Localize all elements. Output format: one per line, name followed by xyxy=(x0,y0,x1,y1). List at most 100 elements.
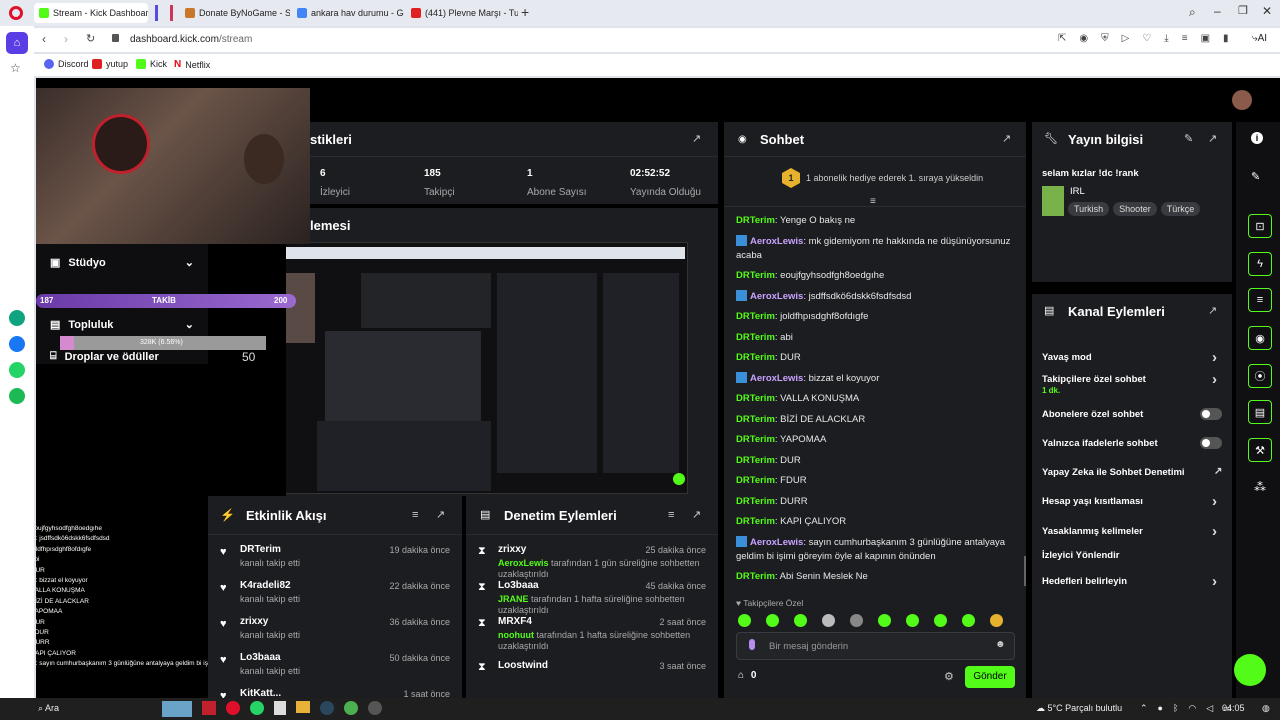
stream-preview[interactable] xyxy=(286,242,688,494)
play-icon[interactable]: ▷ xyxy=(1122,33,1130,44)
app-whatsapp-icon[interactable] xyxy=(250,701,264,715)
popout-icon[interactable]: ↗ xyxy=(692,132,701,145)
moderator-name[interactable]: AeroxLewis xyxy=(498,558,549,568)
weather-widget[interactable]: ☁ 5°C Parçalı bulutlu xyxy=(1036,703,1122,714)
wallet-icon[interactable]: ▣ xyxy=(1201,33,1210,44)
rail-wrench-icon[interactable]: ⚒ xyxy=(1248,438,1272,462)
bluetooth-icon[interactable]: ᛒ xyxy=(1173,703,1178,714)
camera-icon[interactable]: ◉ xyxy=(1079,33,1088,44)
popout-icon[interactable]: ↗ xyxy=(692,508,701,521)
nav-drops[interactable]: ⌸ Droplar ve ödüller xyxy=(50,350,159,363)
chat-username[interactable]: DRTerim xyxy=(736,475,775,486)
bookmark-netflix[interactable]: N Netflix xyxy=(174,59,210,70)
moderator-name[interactable]: JRANE xyxy=(498,594,529,604)
rail-tools-icon[interactable]: ▤ xyxy=(1248,400,1272,424)
shield-icon[interactable]: ⛨ xyxy=(1101,33,1109,44)
tag-chip[interactable]: Shooter xyxy=(1113,202,1157,216)
nav-studio[interactable]: ▣ Stüdyo ⌄ xyxy=(50,256,194,270)
emote-icon[interactable] xyxy=(934,614,947,627)
opera-logo-icon[interactable] xyxy=(9,6,23,20)
chat-username[interactable]: DRTerim xyxy=(736,516,775,527)
chat-input[interactable]: Bir mesaj gönderin ☻ xyxy=(736,632,1015,660)
chat-username[interactable]: AeroxLewis xyxy=(750,537,803,548)
toggle-switch[interactable] xyxy=(1200,437,1222,449)
emote-icon[interactable] xyxy=(822,614,835,627)
close-window-icon[interactable]: ✕ xyxy=(1262,4,1272,18)
app-mail-icon[interactable] xyxy=(202,701,216,715)
spotify-icon[interactable] xyxy=(9,388,25,404)
nav-community[interactable]: ▤ Topluluk ⌄ xyxy=(50,318,194,332)
reload-icon[interactable]: ↻ xyxy=(86,32,95,45)
chat-username[interactable]: DRTerim xyxy=(736,311,775,322)
tag-chip[interactable]: Türkçe xyxy=(1160,202,1201,216)
ai-button[interactable]: ⤷AI xyxy=(1252,33,1267,44)
channel-action-item[interactable]: Yavaş mod › xyxy=(1042,349,1222,366)
minimize-icon[interactable]: – xyxy=(1214,4,1221,18)
moderated-user[interactable]: MRXF4 xyxy=(498,616,532,627)
emote-icon[interactable] xyxy=(878,614,891,627)
back-icon[interactable]: ‹ xyxy=(42,32,46,46)
star-icon[interactable]: ☆ xyxy=(10,61,21,75)
rail-apps-icon[interactable]: ⁂ xyxy=(1254,480,1266,494)
send-button[interactable]: Gönder xyxy=(965,666,1015,688)
emote-icon[interactable] xyxy=(962,614,975,627)
bookmark-kick[interactable]: Kick xyxy=(136,59,167,69)
chat-username[interactable]: DRTerim xyxy=(736,270,775,281)
home-icon[interactable]: ⌂ xyxy=(6,32,28,54)
tab-donate[interactable]: Donate ByNoGame - Stre xyxy=(180,3,290,23)
app-file-icon[interactable] xyxy=(274,701,286,715)
channel-action-item[interactable]: Yasaklanmış kelimeler › xyxy=(1042,523,1222,540)
volume-icon[interactable]: ◁ xyxy=(1206,703,1213,714)
chat-username[interactable]: DRTerim xyxy=(736,332,775,343)
info-icon[interactable]: i xyxy=(1251,132,1263,144)
app-steam-icon[interactable] xyxy=(320,701,334,715)
share-icon[interactable]: ⇱ xyxy=(1058,33,1066,44)
activity-user[interactable]: Lo3baaa xyxy=(240,652,281,663)
emote-icon[interactable] xyxy=(906,614,919,627)
wifi-icon[interactable]: ◠ xyxy=(1188,703,1196,714)
chatgpt-icon[interactable] xyxy=(9,310,25,326)
chat-username[interactable]: AeroxLewis xyxy=(750,373,803,384)
whatsapp-icon[interactable] xyxy=(9,362,25,378)
notifications-icon[interactable]: ◍ xyxy=(1262,703,1270,714)
mic-icon[interactable]: ● xyxy=(1158,703,1163,714)
app-obs-icon[interactable] xyxy=(368,701,382,715)
channel-action-item[interactable]: Takipçilere özel sohbet 1 dk. › xyxy=(1042,371,1222,395)
edit-icon[interactable]: ✎ xyxy=(1184,132,1193,145)
popout-icon[interactable]: ↗ xyxy=(1002,132,1011,145)
tab-kick-dashboard[interactable]: Stream - Kick Dashboard xyxy=(34,3,148,23)
moderated-user[interactable]: Loostwind xyxy=(498,660,548,671)
channel-action-item[interactable]: Hedefleri belirleyin › xyxy=(1042,573,1222,590)
bookmark-yutup[interactable]: yutup xyxy=(92,59,128,69)
channel-action-item[interactable]: Yapay Zeka ile Sohbet Denetimi ↗ xyxy=(1042,466,1222,478)
popout-icon[interactable]: ↗ xyxy=(436,508,445,521)
emote-icon[interactable] xyxy=(738,614,751,627)
clock[interactable]: 04:05 xyxy=(1222,703,1245,713)
floating-action-button[interactable] xyxy=(1234,654,1266,686)
channel-action-item[interactable]: Hesap yaşı kısıtlaması › xyxy=(1042,493,1222,510)
menu-icon[interactable]: ≡ xyxy=(1182,33,1188,44)
maximize-icon[interactable]: ❐ xyxy=(1238,4,1248,17)
chat-username[interactable]: AeroxLewis xyxy=(750,291,803,302)
popout-icon[interactable]: ↗ xyxy=(1208,304,1217,317)
tag-chip[interactable]: Turkish xyxy=(1068,202,1110,216)
user-avatar[interactable] xyxy=(1232,90,1252,110)
activity-user[interactable]: zrixxy xyxy=(240,616,268,627)
rail-lightning-icon[interactable]: ϟ xyxy=(1248,252,1272,276)
rail-chat-icon[interactable]: ◉ xyxy=(1248,326,1272,350)
emote-icon[interactable] xyxy=(990,614,1003,627)
chat-scrollbar[interactable] xyxy=(1024,556,1026,586)
search-tabs-icon[interactable]: ⌕ xyxy=(1189,5,1196,20)
app-opera-icon[interactable] xyxy=(226,701,240,715)
toggle-switch[interactable] xyxy=(1200,408,1222,420)
app-chrome-icon[interactable] xyxy=(344,701,358,715)
app-explorer-icon[interactable] xyxy=(296,701,310,713)
activity-user[interactable]: KitKatt... xyxy=(240,688,281,698)
tab-youtube[interactable]: (441) Plevne Marşı - Tuna xyxy=(406,3,518,23)
chat-username[interactable]: DRTerim xyxy=(736,496,775,507)
rail-list-icon[interactable]: ≡ xyxy=(1248,288,1272,312)
sidebar-toggle-icon[interactable]: ▮ xyxy=(1223,33,1229,44)
channel-action-item[interactable]: Abonelere özel sohbet xyxy=(1042,408,1222,420)
forward-icon[interactable]: › xyxy=(64,32,68,46)
rail-screen-icon[interactable]: ⊡ xyxy=(1248,214,1272,238)
